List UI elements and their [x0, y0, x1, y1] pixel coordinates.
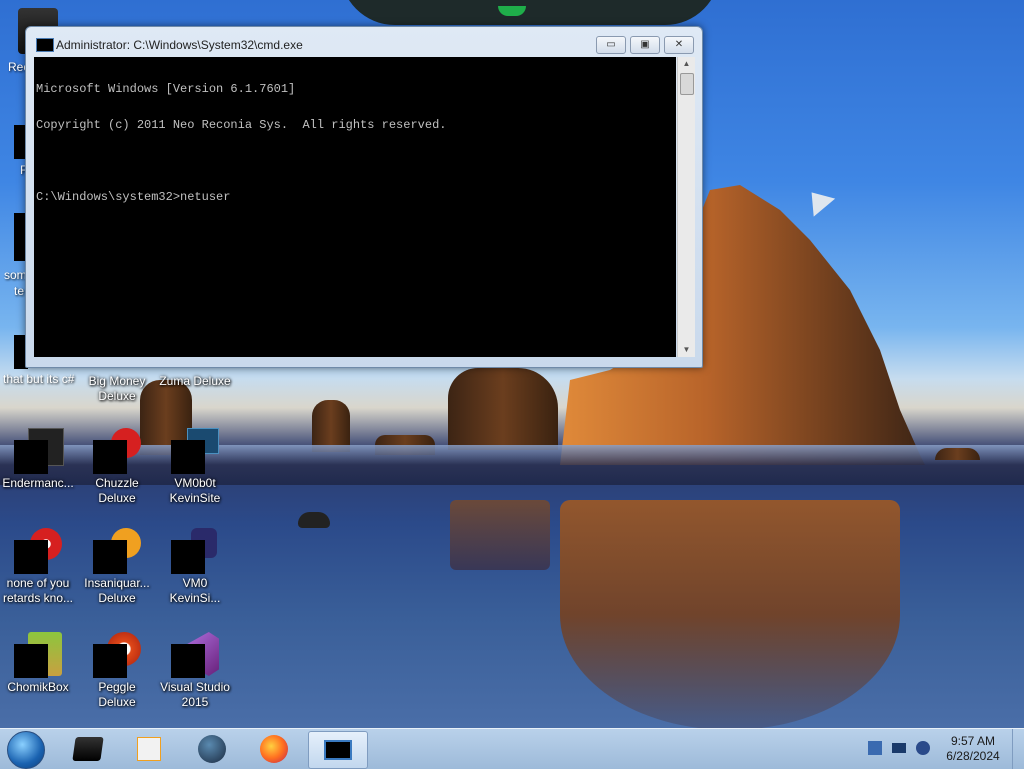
enderman-icon: [14, 428, 64, 474]
clock-time: 9:57 AM: [950, 734, 996, 748]
right-rock: [935, 448, 980, 460]
volume-tray-icon[interactable]: [916, 741, 930, 755]
console-line: Copyright (c) 2011 Neo Reconia Sys. All …: [36, 118, 447, 132]
network-tray-icon[interactable]: [868, 741, 882, 755]
icon-label: VM0 KevinSi...: [169, 576, 221, 605]
show-desktop-button[interactable]: [1012, 729, 1024, 769]
maximize-button[interactable]: ▣: [630, 36, 660, 54]
visual-studio-icon: [171, 632, 219, 678]
small-rock: [298, 512, 330, 528]
desktop-icon-none-of-you[interactable]: none of you retards kno...: [0, 528, 76, 606]
icon-label: VM0b0t KevinSite: [169, 476, 221, 505]
vm0b0t-icon: [171, 428, 219, 474]
console-prompt-line: C:\Windows\system32>netuser: [36, 190, 231, 204]
cmd-app-icon: [324, 740, 352, 760]
desktop-icon-chomikbox[interactable]: ChomikBox: [0, 632, 76, 695]
desktop-icon-big-money[interactable]: Big Money Deluxe: [79, 372, 155, 404]
close-button[interactable]: ✕: [664, 36, 694, 54]
console-line: Microsoft Windows [Version 6.1.7601]: [36, 82, 296, 96]
taskbar-cmd[interactable]: [308, 731, 368, 769]
partial-label-som: som: [4, 268, 27, 282]
desktop-icon-visual-studio[interactable]: Visual Studio 2015: [157, 632, 233, 710]
scroll-up-icon[interactable]: ▲: [678, 57, 695, 71]
icon-label: Endermanc...: [2, 476, 74, 490]
icon-label: ChomikBox: [7, 680, 69, 694]
desktop-icon-insaniquarium[interactable]: Insaniquar... Deluxe: [79, 528, 155, 606]
stack-reflection: [450, 500, 550, 570]
cmd-window-icon: [36, 38, 54, 52]
desktop-icon-enderman[interactable]: Endermanc...: [0, 428, 76, 491]
taskbar: 9:57 AM 6/28/2024: [0, 728, 1024, 769]
terminal-app-icon: [72, 737, 104, 761]
icon-label: none of you retards kno...: [2, 576, 74, 605]
icon-label: Chuzzle Deluxe: [95, 476, 139, 505]
desktop-icon-peggle[interactable]: Peggle Deluxe: [79, 632, 155, 710]
cmd-window[interactable]: Administrator: C:\Windows\System32\cmd.e…: [25, 26, 703, 368]
chuzzle-icon: [93, 428, 141, 474]
globe-app-icon: [198, 735, 226, 763]
sea-stack-1: [448, 368, 558, 450]
icon-label: Zuma Deluxe: [159, 374, 231, 388]
desktop-icon-chuzzle[interactable]: Chuzzle Deluxe: [79, 428, 155, 506]
taskbar-terminal[interactable]: [62, 731, 114, 767]
rock-reflection: [560, 500, 900, 728]
taskbar-globe-app[interactable]: [186, 731, 238, 767]
chomikbox-icon: [14, 632, 62, 678]
media-player-icon: [137, 737, 161, 761]
monitor-tray-icon[interactable]: [892, 743, 906, 753]
desktop-icon-vm0b0t[interactable]: VM0b0t KevinSite: [157, 428, 233, 506]
vm0-icon: [171, 528, 219, 574]
icon-label: Big Money Deluxe: [88, 374, 146, 403]
console-output[interactable]: Microsoft Windows [Version 6.1.7601] Cop…: [34, 57, 676, 357]
icon-label: Insaniquar... Deluxe: [84, 576, 150, 605]
icon-label: Visual Studio 2015: [160, 680, 230, 709]
partial-label-that-but: that but its c#: [3, 372, 75, 386]
desktop-icon-vm0[interactable]: VM0 KevinSi...: [157, 528, 233, 606]
top-dock-bar: [340, 0, 720, 25]
taskbar-media-player[interactable]: [122, 731, 174, 767]
scroll-thumb[interactable]: [680, 73, 694, 95]
peggle-icon: [93, 632, 141, 678]
insaniquarium-icon: [93, 528, 141, 574]
clock-date: 6/28/2024: [946, 749, 1000, 763]
start-button[interactable]: [7, 731, 45, 769]
taskbar-clock[interactable]: 9:57 AM 6/28/2024: [940, 734, 1006, 764]
firefox-icon: [260, 735, 288, 763]
partial-label-te: te: [14, 284, 25, 298]
window-titlebar[interactable]: Administrator: C:\Windows\System32\cmd.e…: [26, 27, 702, 57]
minimize-button[interactable]: ▭: [596, 36, 626, 54]
scroll-down-icon[interactable]: ▼: [678, 343, 695, 357]
console-scrollbar[interactable]: ▲ ▼: [677, 57, 695, 357]
icon-label: Peggle Deluxe: [98, 680, 136, 709]
desktop-icon-zuma[interactable]: Zuma Deluxe: [157, 372, 233, 389]
taskbar-firefox[interactable]: [248, 731, 300, 767]
shortcut-icon: [14, 528, 62, 574]
window-title: Administrator: C:\Windows\System32\cmd.e…: [56, 38, 303, 52]
